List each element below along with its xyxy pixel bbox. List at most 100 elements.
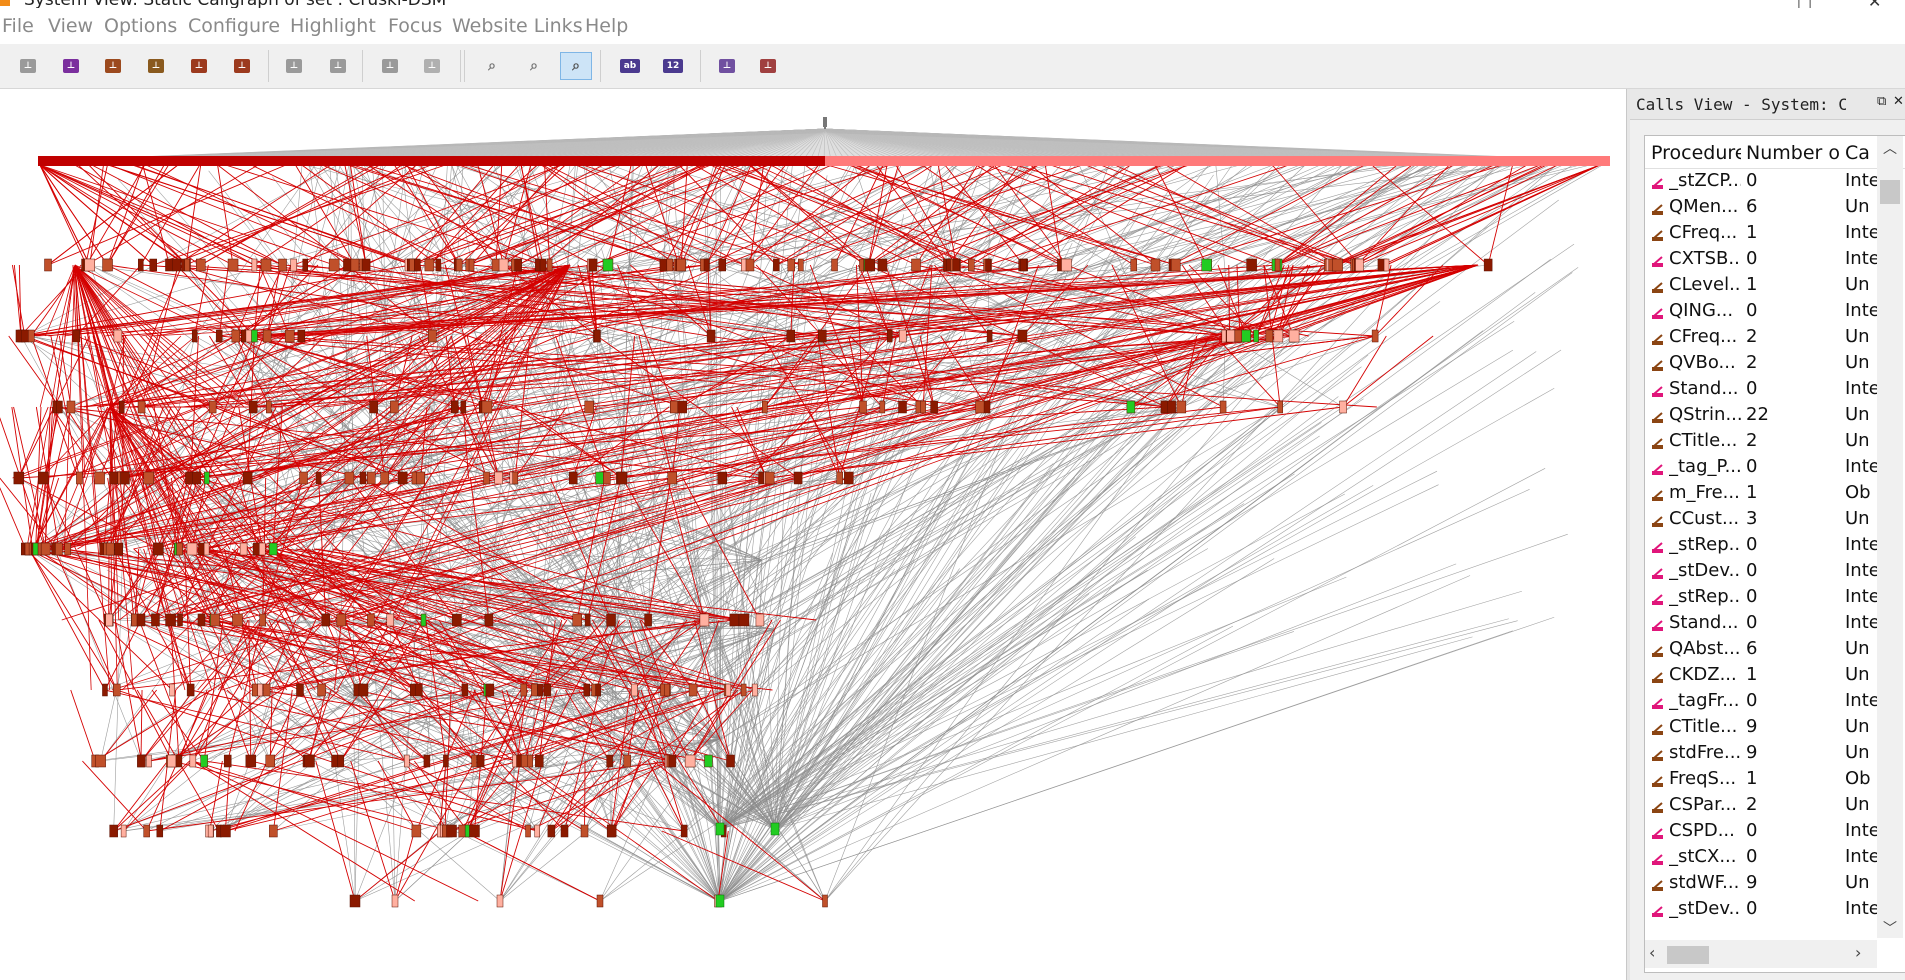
callgraph-node[interactable] bbox=[344, 471, 355, 485]
menu-highlight[interactable]: Highlight bbox=[290, 15, 376, 37]
table-row[interactable]: CLevel... 1 Un bbox=[1645, 272, 1877, 298]
callgraph-node[interactable] bbox=[930, 400, 938, 414]
table-row[interactable]: QStrin... 22 Un bbox=[1645, 402, 1877, 428]
table-row[interactable]: _stDev... 0 Inte bbox=[1645, 896, 1877, 922]
menu-website-links[interactable]: Website Links bbox=[452, 15, 583, 37]
callgraph-node[interactable] bbox=[539, 258, 547, 272]
callgraph-node[interactable] bbox=[414, 258, 421, 272]
callgraph-node[interactable] bbox=[265, 400, 272, 414]
callgraph-node[interactable] bbox=[299, 471, 308, 485]
callgraph-node[interactable] bbox=[105, 542, 115, 556]
callgraph-node[interactable] bbox=[844, 471, 854, 485]
callgraph-node[interactable] bbox=[151, 613, 160, 627]
table-row[interactable]: CFreq... 2 Un bbox=[1645, 324, 1877, 350]
callgraph-node[interactable] bbox=[66, 400, 76, 414]
callgraph-node[interactable] bbox=[343, 258, 352, 272]
callgraph-node[interactable] bbox=[358, 683, 369, 697]
callgraph-node[interactable] bbox=[40, 542, 51, 556]
close-icon[interactable]: ✕ bbox=[1868, 0, 1881, 8]
callgraph-node[interactable] bbox=[752, 683, 758, 697]
callgraph-node[interactable] bbox=[485, 683, 495, 697]
callgraph-node[interactable] bbox=[676, 258, 686, 272]
table-row[interactable]: _tag_P... 0 Inte bbox=[1645, 454, 1877, 480]
callgraph-node[interactable] bbox=[359, 471, 367, 485]
callgraph-node[interactable] bbox=[328, 258, 340, 272]
graph-gray-button[interactable]: ⊥ bbox=[278, 52, 310, 80]
callgraph-node[interactable] bbox=[729, 613, 740, 627]
callgraph-node[interactable] bbox=[349, 894, 361, 908]
callgraph-node[interactable] bbox=[460, 400, 467, 414]
callgraph-node[interactable] bbox=[169, 683, 175, 697]
callgraph-node[interactable] bbox=[1176, 400, 1187, 414]
callgraph-node[interactable] bbox=[1241, 329, 1251, 343]
graph-gray-button[interactable]: ⊥ bbox=[12, 52, 44, 80]
callgraph-node[interactable] bbox=[146, 754, 152, 768]
callgraph-node[interactable] bbox=[831, 258, 838, 272]
callgraph-node[interactable] bbox=[72, 329, 81, 343]
callgraph-node[interactable] bbox=[537, 683, 543, 697]
callgraph-node[interactable] bbox=[94, 471, 105, 485]
callgraph-node[interactable] bbox=[864, 258, 875, 272]
callgraph-node[interactable] bbox=[471, 754, 477, 768]
callgraph-node[interactable] bbox=[588, 258, 598, 272]
callgraph-node[interactable] bbox=[369, 400, 378, 414]
callgraph-node[interactable] bbox=[745, 258, 755, 272]
callgraph-node[interactable] bbox=[184, 258, 190, 272]
callgraph-node[interactable] bbox=[469, 824, 480, 838]
callgraph-node[interactable] bbox=[450, 400, 459, 414]
callgraph-node[interactable] bbox=[584, 613, 591, 627]
table-row[interactable]: _stRep... 0 Inte bbox=[1645, 532, 1877, 558]
graph-brown-button[interactable]: ⊥ bbox=[226, 52, 258, 80]
callgraph-node[interactable] bbox=[137, 400, 146, 414]
callgraph-node[interactable] bbox=[262, 329, 272, 343]
callgraph-node[interactable] bbox=[494, 471, 503, 485]
callgraph-node[interactable] bbox=[920, 400, 926, 414]
menu-configure[interactable]: Configure bbox=[188, 15, 280, 37]
table-row[interactable]: CKDZ... 1 Un bbox=[1645, 662, 1877, 688]
callgraph-node[interactable] bbox=[76, 471, 83, 485]
vertical-scroll-thumb[interactable] bbox=[1880, 180, 1900, 204]
callgraph-node[interactable] bbox=[28, 329, 35, 343]
callgraph-node[interactable] bbox=[1246, 258, 1257, 272]
menu-options[interactable]: Options bbox=[104, 15, 177, 37]
callgraph-node[interactable] bbox=[251, 258, 258, 272]
export-button[interactable]: ⊥ bbox=[752, 52, 784, 80]
callgraph-node[interactable] bbox=[186, 542, 198, 556]
callgraph-node[interactable] bbox=[677, 400, 688, 414]
number-labels-button[interactable]: 12 bbox=[657, 52, 689, 80]
callgraph-node[interactable] bbox=[531, 683, 538, 697]
graph-purple-button[interactable]: ⊥ bbox=[55, 52, 87, 80]
menu-file[interactable]: File bbox=[2, 15, 34, 37]
callgraph-node[interactable] bbox=[1130, 258, 1138, 272]
callgraph-node[interactable] bbox=[350, 258, 360, 272]
callgraph-node[interactable] bbox=[879, 400, 886, 414]
callgraph-node[interactable] bbox=[535, 754, 544, 768]
callgraph-node[interactable] bbox=[397, 471, 408, 485]
table-row[interactable]: QING... 0 Inte bbox=[1645, 298, 1877, 324]
callgraph-node[interactable] bbox=[520, 683, 528, 697]
callgraph-node[interactable] bbox=[481, 400, 493, 414]
callgraph-node[interactable] bbox=[290, 258, 297, 272]
callgraph-node[interactable] bbox=[1126, 400, 1136, 414]
callgraph-node[interactable] bbox=[787, 258, 796, 272]
callgraph-node[interactable] bbox=[483, 471, 490, 485]
table-row[interactable]: CCust... 3 Un bbox=[1645, 506, 1877, 532]
callgraph-node[interactable] bbox=[424, 258, 435, 272]
callgraph-node[interactable] bbox=[102, 258, 113, 272]
callgraph-node[interactable] bbox=[547, 824, 556, 838]
callgraph-node[interactable] bbox=[818, 329, 827, 343]
callgraph-node[interactable] bbox=[1355, 258, 1364, 272]
callgraph-node[interactable] bbox=[606, 613, 616, 627]
scroll-left-icon[interactable]: ‹ bbox=[1649, 943, 1655, 962]
callgraph-node[interactable] bbox=[331, 754, 338, 768]
callgraph-node[interactable] bbox=[296, 683, 304, 697]
callgraph-node[interactable] bbox=[113, 329, 123, 343]
callgraph-node[interactable] bbox=[317, 683, 326, 697]
callgraph-node[interactable] bbox=[105, 613, 113, 627]
callgraph-node[interactable] bbox=[231, 329, 241, 343]
table-row[interactable]: _tagFr... 0 Inte bbox=[1645, 688, 1877, 714]
callgraph-node[interactable] bbox=[975, 400, 985, 414]
callgraph-node[interactable] bbox=[64, 542, 71, 556]
callgraph-node[interactable] bbox=[770, 822, 780, 836]
table-row[interactable]: FreqS... 1 Ob bbox=[1645, 766, 1877, 792]
